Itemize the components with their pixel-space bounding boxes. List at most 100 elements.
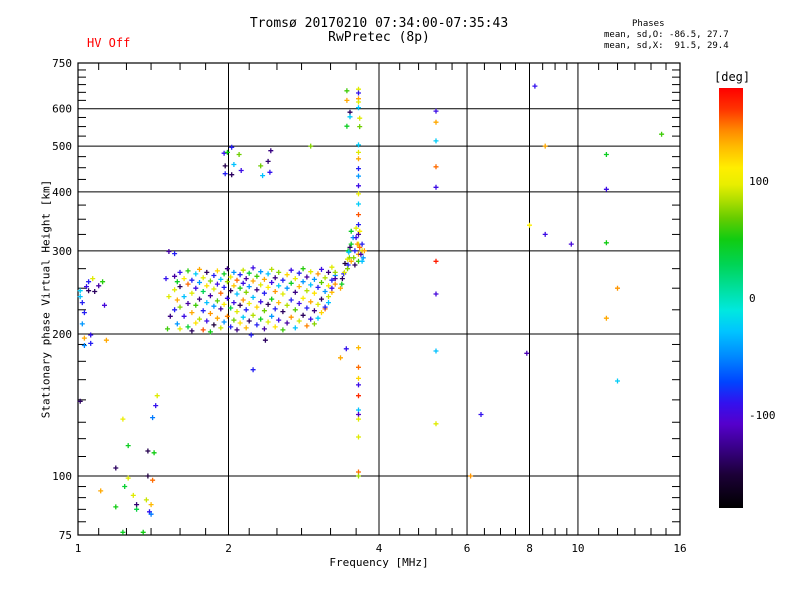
data-point (222, 163, 228, 169)
x-tick-label: 8 (526, 542, 533, 555)
data-point (261, 276, 267, 282)
data-point (262, 337, 268, 343)
data-point (234, 327, 240, 333)
data-point (221, 271, 227, 277)
data-point (326, 300, 331, 306)
data-point (246, 270, 252, 276)
data-point (172, 287, 178, 293)
data-point (344, 88, 350, 94)
y-tick-label: 75 (59, 529, 72, 542)
data-point (329, 285, 335, 291)
data-point (433, 138, 439, 144)
data-point (200, 275, 206, 281)
data-point (338, 355, 343, 361)
data-point (356, 99, 361, 105)
data-point (356, 156, 361, 162)
data-point (193, 271, 199, 277)
data-point (319, 280, 324, 285)
data-point (268, 148, 274, 154)
data-point (200, 327, 206, 333)
data-point (250, 265, 256, 271)
data-point (288, 314, 294, 320)
data-point (79, 300, 85, 306)
data-point (130, 492, 136, 498)
data-point (339, 276, 345, 282)
data-point (265, 319, 271, 325)
data-point (308, 143, 314, 149)
data-point (102, 302, 107, 308)
data-point (174, 279, 180, 285)
data-point (357, 115, 363, 121)
data-point (197, 296, 202, 302)
data-point (260, 173, 266, 179)
data-point (211, 286, 217, 292)
data-point (181, 294, 187, 300)
data-point (300, 295, 306, 301)
data-point (615, 378, 620, 384)
data-point (326, 269, 331, 275)
data-point (237, 302, 243, 308)
data-point (296, 318, 302, 324)
data-point (356, 407, 361, 413)
data-point (292, 307, 298, 313)
data-point (356, 90, 361, 96)
data-point (433, 258, 439, 264)
data-point (603, 240, 609, 246)
data-point (344, 123, 350, 129)
data-point (322, 289, 328, 294)
data-point (211, 322, 217, 328)
data-point (315, 284, 321, 290)
data-point (288, 267, 294, 273)
data-point (265, 271, 271, 277)
data-point (172, 251, 178, 257)
y-tick-label: 600 (52, 103, 72, 116)
data-point (90, 276, 96, 282)
data-point (356, 173, 361, 179)
data-point (221, 301, 227, 307)
y-tick-label: 300 (52, 245, 72, 258)
data-point (222, 171, 228, 177)
data-point (166, 294, 172, 300)
data-point (258, 269, 264, 275)
data-point (92, 289, 98, 294)
data-point (254, 322, 260, 328)
data-point (246, 318, 252, 324)
data-point (240, 314, 246, 320)
data-point (433, 291, 439, 297)
data-point (231, 162, 237, 167)
data-point (140, 529, 146, 535)
data-point (433, 119, 439, 125)
data-point (166, 249, 172, 254)
y-tick-label: 100 (52, 470, 72, 483)
data-point (214, 268, 220, 274)
data-point (272, 324, 278, 330)
data-point (356, 473, 361, 479)
data-point (332, 269, 338, 275)
data-point (229, 144, 235, 150)
data-point (167, 313, 173, 319)
data-point (189, 277, 195, 283)
data-point (185, 281, 191, 287)
data-point (322, 275, 328, 281)
colorbar-tick-label: 100 (749, 175, 769, 189)
data-point (356, 393, 361, 399)
data-point (296, 301, 302, 306)
data-point (214, 315, 220, 321)
data-point (234, 277, 240, 283)
data-point (189, 310, 195, 316)
x-axis-label: Frequency [MHz] (329, 556, 429, 569)
data-point (214, 281, 220, 287)
data-point (193, 302, 199, 308)
data-point (145, 448, 151, 454)
data-point (231, 300, 237, 306)
data-point (221, 284, 227, 290)
data-point (272, 289, 278, 294)
data-point (315, 315, 321, 321)
data-point (311, 276, 317, 282)
data-point (238, 168, 244, 173)
data-point (269, 280, 275, 285)
data-point (267, 169, 273, 175)
data-point (96, 283, 102, 289)
data-point (177, 304, 183, 310)
data-point (145, 473, 151, 479)
